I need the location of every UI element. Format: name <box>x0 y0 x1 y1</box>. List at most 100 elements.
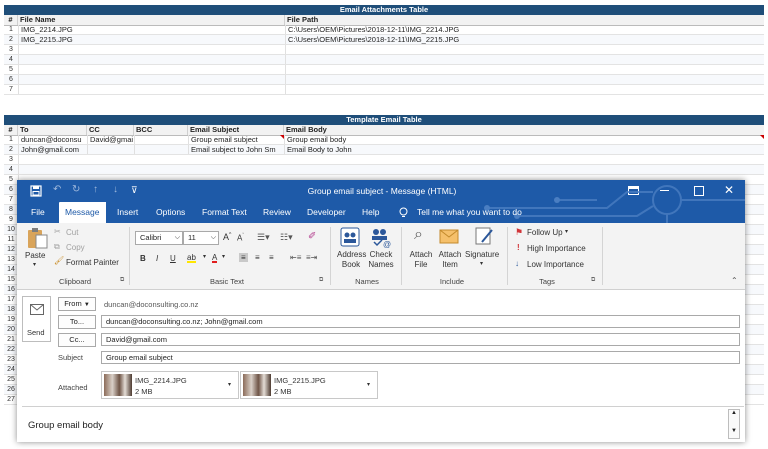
scroll-up-icon[interactable]: ▲ <box>731 410 737 416</box>
down-arrow-icon[interactable]: ↓ <box>113 184 118 195</box>
chevron-down-icon[interactable]: ▾ <box>367 381 370 388</box>
to-button[interactable]: To... <box>58 315 96 329</box>
clear-formatting-icon[interactable]: ✐ <box>308 231 316 242</box>
send-button[interactable]: Send <box>22 296 51 342</box>
comment-indicator[interactable] <box>760 135 764 139</box>
signature-dropdown-icon[interactable]: ▾ <box>480 260 483 267</box>
file-path-cell[interactable]: C:\Users\OEM\Pictures\2018-12-11\IMG_221… <box>286 35 764 45</box>
table-row[interactable]: 2 IMG_2215.JPG C:\Users\OEM\Pictures\2018-… <box>4 35 764 45</box>
bullets-icon[interactable]: ☰▾ <box>257 232 270 243</box>
follow-up-dropdown-icon[interactable]: ▾ <box>565 228 568 235</box>
file-path-cell[interactable] <box>286 65 764 75</box>
align-right-icon[interactable]: ≡ <box>269 253 274 262</box>
file-name-cell[interactable] <box>19 45 284 55</box>
bcc-cell[interactable] <box>135 135 187 145</box>
check-names-label-2[interactable]: Names <box>367 260 395 269</box>
message-window[interactable]: ↶ ↻ ↑ ↓ ⊽ Group email subject - Message … <box>17 180 745 442</box>
check-names-label-1[interactable]: Check <box>367 250 395 259</box>
bcc-cell[interactable] <box>135 145 187 155</box>
cc-button[interactable]: Cc... <box>58 333 96 347</box>
high-importance-button[interactable]: High Importance <box>527 244 586 253</box>
scroll-down-icon[interactable]: ▼ <box>731 428 737 434</box>
file-path-cell[interactable] <box>286 75 764 85</box>
tab-options[interactable]: Options <box>156 202 185 223</box>
table-row[interactable]: 1 duncan@doconsuDavid@gmail.com Group emai… <box>4 135 764 145</box>
file-path-cell[interactable] <box>286 55 764 65</box>
tab-review[interactable]: Review <box>263 202 291 223</box>
body-cell[interactable]: Group email body <box>285 135 763 145</box>
signature-button[interactable]: Signature <box>465 250 499 259</box>
tab-help[interactable]: Help <box>362 202 379 223</box>
table-row[interactable]: 4 <box>4 55 764 65</box>
underline-button[interactable]: U <box>170 254 176 263</box>
tab-message[interactable]: Message <box>59 202 106 223</box>
table-row[interactable]: 6 <box>4 75 764 85</box>
align-center-icon[interactable]: ≡ <box>255 253 260 262</box>
tab-developer[interactable]: Developer <box>307 202 346 223</box>
table-row[interactable]: 5 <box>4 65 764 75</box>
check-names-icon[interactable]: @ <box>369 226 391 248</box>
paste-dropdown-icon[interactable]: ▾ <box>33 261 36 268</box>
tab-insert[interactable]: Insert <box>117 202 138 223</box>
tags-launcher-icon[interactable]: ⧉ <box>591 277 595 284</box>
italic-button[interactable]: I <box>156 254 158 263</box>
paperclip-icon[interactable]: ⌕ <box>414 226 423 244</box>
tell-me-search[interactable]: Tell me what you want to do <box>417 202 522 223</box>
grow-font-icon[interactable]: A^ <box>223 232 231 242</box>
customize-qat-icon[interactable]: ⊽ <box>131 185 138 196</box>
paste-icon[interactable] <box>26 226 48 250</box>
highlight-dropdown-icon[interactable]: ▾ <box>203 253 206 260</box>
from-button[interactable]: From ▼ <box>58 297 96 311</box>
attachment-item[interactable]: IMG_2215.JPG 2 MB ▾ <box>240 371 378 399</box>
file-name-cell[interactable]: IMG_2214.JPG <box>19 25 284 35</box>
shrink-font-icon[interactable]: Aˇ <box>237 233 244 243</box>
paste-button[interactable]: Paste <box>25 251 45 260</box>
align-left-icon[interactable]: ≡ <box>239 253 248 262</box>
font-size-select[interactable]: 11 ⌵ <box>183 231 219 245</box>
attach-item-icon[interactable] <box>439 228 459 244</box>
file-name-cell[interactable] <box>19 85 284 95</box>
cc-field[interactable]: David@gmail.com <box>101 333 740 346</box>
file-path-cell[interactable] <box>286 85 764 95</box>
decrease-indent-icon[interactable]: ⇤≡ <box>290 253 301 262</box>
follow-up-button[interactable]: Follow Up <box>527 228 563 237</box>
font-color-icon[interactable]: A <box>212 253 218 263</box>
attach-file-label-2[interactable]: File <box>406 260 436 269</box>
numbering-icon[interactable]: ☷▾ <box>280 232 293 243</box>
tab-format-text[interactable]: Format Text <box>202 202 247 223</box>
chevron-down-icon[interactable]: ▾ <box>228 381 231 388</box>
attachment-item[interactable]: IMG_2214.JPG 2 MB ▾ <box>101 371 239 399</box>
cc-cell[interactable]: David@gmail.com <box>88 135 133 145</box>
subject-field[interactable]: Group email subject <box>101 351 740 364</box>
copy-button[interactable]: Copy <box>66 243 85 252</box>
file-name-cell[interactable] <box>19 65 284 75</box>
redo-icon[interactable]: ↻ <box>72 184 80 195</box>
file-name-cell[interactable]: IMG_2215.JPG <box>19 35 284 45</box>
attach-item-label-2[interactable]: Item <box>435 260 465 269</box>
signature-icon[interactable] <box>474 226 494 246</box>
table-row[interactable]: 1 IMG_2214.JPG C:\Users\OEM\Pictures\2018-… <box>4 25 764 35</box>
format-painter-button[interactable]: Format Painter <box>66 258 119 267</box>
low-importance-button[interactable]: Low Importance <box>527 260 584 269</box>
subject-cell[interactable]: Email subject to John Sm <box>189 145 283 155</box>
font-name-select[interactable]: Calibri ⌵ <box>135 231 183 245</box>
table-row[interactable]: 4 <box>4 165 764 175</box>
file-name-cell[interactable] <box>19 55 284 65</box>
undo-icon[interactable]: ↶ <box>53 184 61 195</box>
to-cell[interactable]: duncan@doconsu <box>19 135 86 145</box>
body-cell[interactable]: Email Body to John <box>285 145 763 155</box>
highlight-icon[interactable]: ab <box>187 253 196 263</box>
collapse-ribbon-icon[interactable]: ⌃ <box>731 276 738 285</box>
table-row[interactable]: 7 <box>4 85 764 95</box>
table-row[interactable]: 3 <box>4 155 764 165</box>
attach-item-label-1[interactable]: Attach <box>435 250 465 259</box>
address-book-icon[interactable] <box>340 227 360 247</box>
address-book-label-2[interactable]: Book <box>337 260 365 269</box>
subject-cell[interactable]: Group email subject <box>189 135 283 145</box>
file-path-cell[interactable] <box>286 45 764 55</box>
cc-cell[interactable] <box>88 145 133 155</box>
cut-button[interactable]: Cut <box>66 228 78 237</box>
address-book-label-1[interactable]: Address <box>337 250 366 259</box>
clipboard-launcher-icon[interactable]: ⧉ <box>120 277 124 284</box>
to-cell[interactable]: John@gmail.com <box>19 145 86 155</box>
